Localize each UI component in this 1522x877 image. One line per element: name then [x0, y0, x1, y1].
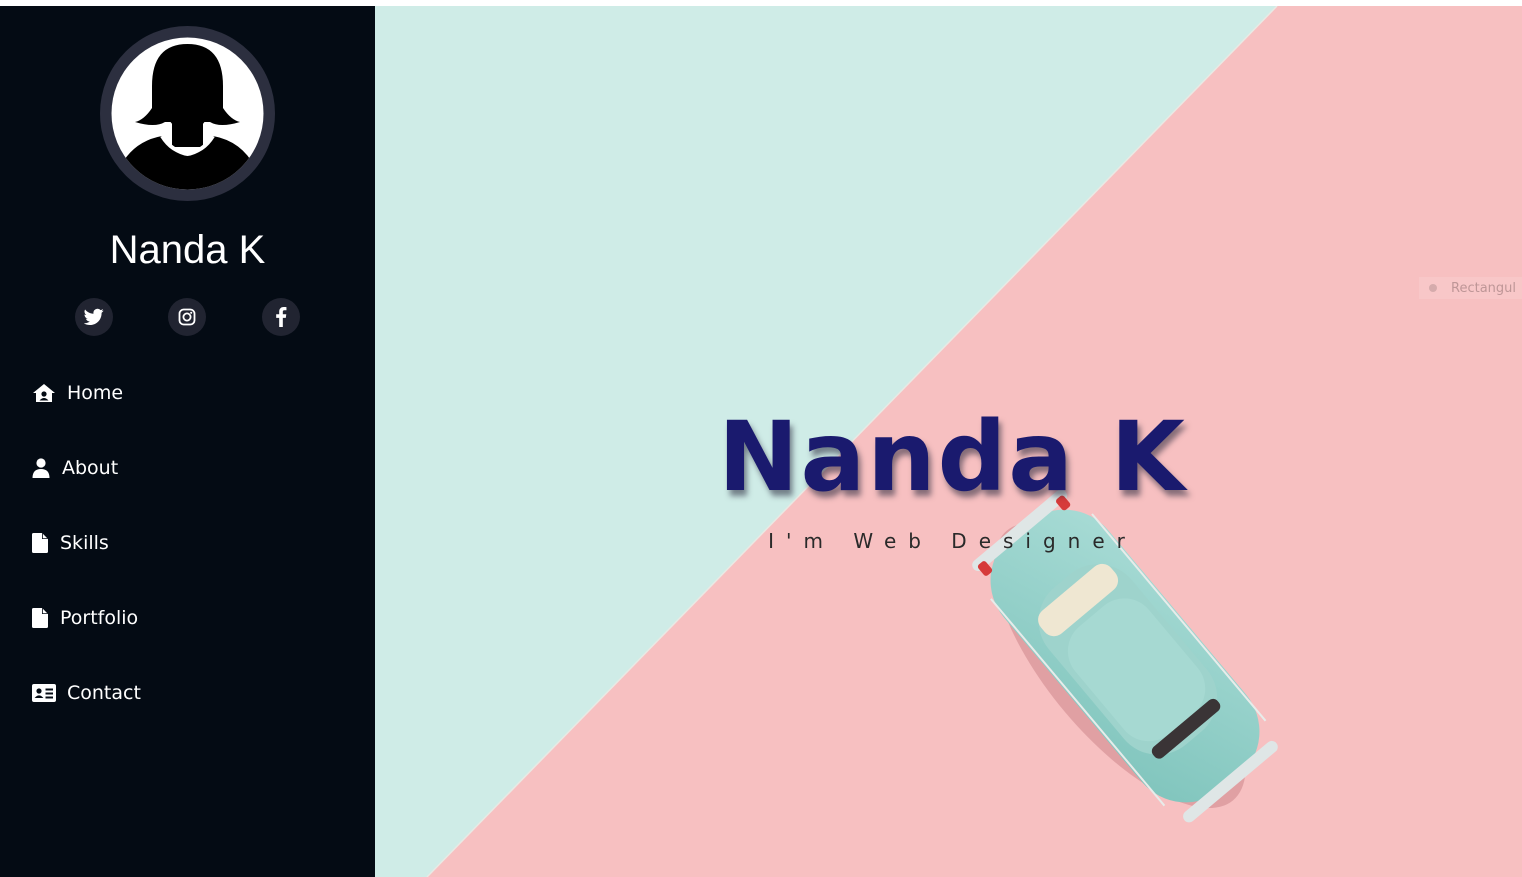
page: Nanda K Home About Skills Portfolio Cont…	[0, 6, 1522, 877]
overlay-tooltip: Rectangul	[1419, 277, 1522, 299]
nav-label-home: Home	[67, 382, 124, 404]
nav-item-portfolio[interactable]: Portfolio	[32, 598, 138, 638]
facebook-link[interactable]	[262, 298, 300, 336]
avatar-placeholder-icon	[111, 37, 264, 190]
twitter-icon	[84, 308, 104, 325]
avatar	[100, 26, 275, 201]
overlay-label: Rectangul	[1451, 280, 1516, 296]
overlay-dot-icon	[1429, 284, 1437, 292]
sidebar: Nanda K Home About Skills Portfolio Cont…	[0, 6, 375, 877]
file-icon	[32, 608, 48, 628]
nav-label-portfolio: Portfolio	[60, 607, 139, 629]
address-card-icon	[32, 684, 56, 702]
nav-label-skills: Skills	[60, 532, 109, 554]
profile-name: Nanda K	[109, 228, 266, 272]
instagram-icon	[178, 308, 196, 326]
home-icon	[32, 383, 56, 403]
hero-subtitle: I'm Web Designer	[768, 529, 1137, 553]
nav-item-about[interactable]: About	[32, 448, 118, 488]
facebook-icon	[276, 307, 287, 327]
nav-label-contact: Contact	[67, 682, 141, 704]
hero-section: Rectangul Nanda K I'm Web Designer	[375, 6, 1522, 877]
twitter-link[interactable]	[75, 298, 113, 336]
nav-item-contact[interactable]: Contact	[32, 673, 141, 713]
instagram-link[interactable]	[168, 298, 206, 336]
nav-item-home[interactable]: Home	[32, 373, 123, 413]
user-icon	[32, 458, 50, 478]
file-icon	[32, 533, 48, 553]
hero-title: Nanda K	[718, 401, 1187, 513]
nav-item-skills[interactable]: Skills	[32, 523, 109, 563]
nav-label-about: About	[62, 457, 119, 479]
